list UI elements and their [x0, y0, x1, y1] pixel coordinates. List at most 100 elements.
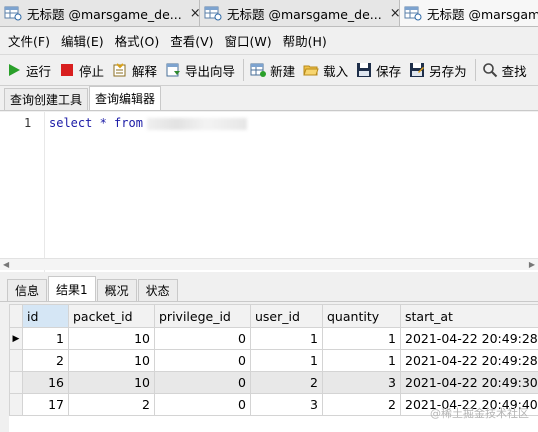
- cell-start-at[interactable]: 2021-04-22 20:49:30: [400, 371, 538, 394]
- cell-privilege-id[interactable]: 0: [154, 327, 251, 350]
- new-query-icon: [250, 63, 267, 77]
- stop-label: 停止: [79, 63, 105, 79]
- document-tab-3[interactable]: 无标题 @marsgame: [400, 0, 538, 26]
- result-tabs: 信息 结果1 概况 状态: [0, 276, 538, 302]
- document-tab-2-label: 无标题 @marsgame_de...: [227, 6, 382, 22]
- toolbar: 运行 停止 解释 导出向导 新建 载入 保存 另存为 查找: [0, 54, 538, 86]
- save-button[interactable]: 保存: [356, 61, 401, 80]
- explain-button[interactable]: 解释: [112, 61, 157, 80]
- export-wizard-label: 导出向导: [185, 63, 236, 79]
- query-table-icon: [4, 6, 22, 21]
- cell-packet-id[interactable]: 10: [68, 327, 155, 350]
- column-header-privilege-id[interactable]: privilege_id: [154, 304, 251, 328]
- cell-user-id[interactable]: 1: [250, 349, 323, 372]
- cell-user-id[interactable]: 2: [250, 371, 323, 394]
- column-header-quantity[interactable]: quantity: [322, 304, 401, 328]
- new-button[interactable]: 新建: [250, 61, 295, 80]
- query-table-icon: [204, 6, 222, 21]
- cell-user-id[interactable]: 1: [250, 327, 323, 350]
- column-header-start-at[interactable]: start_at: [400, 304, 538, 328]
- tab-status[interactable]: 状态: [137, 279, 178, 301]
- sql-code-line[interactable]: select * from: [49, 116, 247, 130]
- cell-privilege-id[interactable]: 0: [154, 393, 251, 416]
- document-tab-bar: 无标题 @marsgame_de... × 无标题 @marsgame_de..…: [0, 0, 538, 27]
- menu-edit[interactable]: 编辑(E): [61, 31, 104, 50]
- explain-icon: [113, 63, 126, 77]
- save-disk-icon: [357, 63, 372, 77]
- current-row-indicator-icon: ▶: [9, 327, 23, 350]
- stop-icon: [61, 64, 74, 76]
- query-table-icon: [404, 6, 422, 21]
- cell-user-id[interactable]: 3: [250, 393, 323, 416]
- menu-help[interactable]: 帮助(H): [283, 31, 327, 50]
- cell-id[interactable]: 2: [22, 349, 69, 372]
- save-as-label: 另存为: [429, 63, 467, 79]
- cell-packet-id[interactable]: 10: [68, 371, 155, 394]
- cell-start-at[interactable]: 2021-04-22 20:49:28: [400, 349, 538, 372]
- sql-text: select * from: [49, 116, 143, 130]
- cell-privilege-id[interactable]: 0: [154, 349, 251, 372]
- stop-button[interactable]: 停止: [59, 61, 104, 80]
- cell-quantity[interactable]: 3: [322, 371, 401, 394]
- load-button[interactable]: 载入: [303, 61, 348, 80]
- save-as-button[interactable]: 另存为: [409, 61, 467, 80]
- menu-view[interactable]: 查看(V): [170, 31, 213, 50]
- tab-query-editor[interactable]: 查询编辑器: [89, 86, 162, 110]
- play-icon: [9, 64, 20, 76]
- tab-info[interactable]: 信息: [7, 279, 48, 301]
- query-mode-tabs: 查询创建工具 查询编辑器: [0, 86, 538, 111]
- load-label: 载入: [323, 63, 349, 79]
- menu-window[interactable]: 窗口(W): [225, 31, 272, 50]
- run-label: 运行: [26, 63, 52, 79]
- cell-id[interactable]: 17: [22, 393, 69, 416]
- toolbar-separator: [474, 59, 476, 81]
- table-row[interactable]: 16 10 0 2 3 2021-04-22 20:49:30: [9, 371, 538, 394]
- save-label: 保存: [376, 63, 402, 79]
- cell-quantity[interactable]: 1: [322, 327, 401, 350]
- cell-start-at[interactable]: 2021-04-22 20:49:28: [400, 327, 538, 350]
- cell-id[interactable]: 16: [22, 371, 69, 394]
- scroll-left-icon[interactable]: ◀: [3, 260, 9, 269]
- close-tab-2-icon[interactable]: ×: [390, 6, 399, 21]
- toolbar-separator: [243, 59, 245, 81]
- cell-quantity[interactable]: 2: [322, 393, 401, 416]
- menu-format[interactable]: 格式(O): [115, 31, 160, 50]
- cell-packet-id[interactable]: 10: [68, 349, 155, 372]
- cell-quantity[interactable]: 1: [322, 349, 401, 372]
- column-header-id[interactable]: id: [22, 304, 69, 328]
- run-button[interactable]: 运行: [6, 61, 51, 80]
- table-row[interactable]: 2 10 0 1 1 2021-04-22 20:49:28: [9, 349, 538, 372]
- tab-query-builder[interactable]: 查询创建工具: [4, 88, 89, 110]
- document-tab-2[interactable]: 无标题 @marsgame_de... ×: [200, 0, 400, 26]
- column-header-user-id[interactable]: user_id: [250, 304, 323, 328]
- row-indicator-cell: [9, 393, 23, 416]
- export-icon: [166, 63, 181, 77]
- save-as-icon: [410, 63, 425, 77]
- editor-horizontal-scrollbar[interactable]: ◀ ▶: [0, 258, 538, 270]
- document-tab-1[interactable]: 无标题 @marsgame_de... ×: [0, 0, 200, 26]
- cell-packet-id[interactable]: 2: [68, 393, 155, 416]
- document-tab-1-label: 无标题 @marsgame_de...: [27, 6, 182, 22]
- tab-result1[interactable]: 结果1: [48, 276, 96, 301]
- cell-privilege-id[interactable]: 0: [154, 371, 251, 394]
- row-indicator-cell: [9, 349, 23, 372]
- line-number-gutter: 1: [0, 112, 45, 272]
- find-label: 查找: [501, 63, 527, 79]
- menu-file[interactable]: 文件(F): [8, 31, 50, 50]
- close-tab-1-icon[interactable]: ×: [190, 6, 199, 21]
- scroll-right-icon[interactable]: ▶: [529, 260, 535, 269]
- search-icon: [482, 63, 497, 78]
- cell-id[interactable]: 1: [22, 327, 69, 350]
- row-indicator-cell: [9, 371, 23, 394]
- line-number: 1: [24, 116, 32, 130]
- tab-profile[interactable]: 概况: [96, 279, 137, 301]
- row-indicator-header: [9, 304, 23, 328]
- redacted-table-name: [146, 117, 247, 130]
- export-wizard-button[interactable]: 导出向导: [165, 61, 235, 80]
- table-row[interactable]: ▶ 1 10 0 1 1 2021-04-22 20:49:28: [9, 327, 538, 350]
- column-header-packet-id[interactable]: packet_id: [68, 304, 155, 328]
- find-button[interactable]: 查找: [482, 61, 527, 80]
- sql-editor[interactable]: 1 select * from: [0, 112, 538, 272]
- watermark: @稀土掘金技术社区: [430, 407, 529, 420]
- document-tab-3-label: 无标题 @marsgame: [427, 6, 538, 22]
